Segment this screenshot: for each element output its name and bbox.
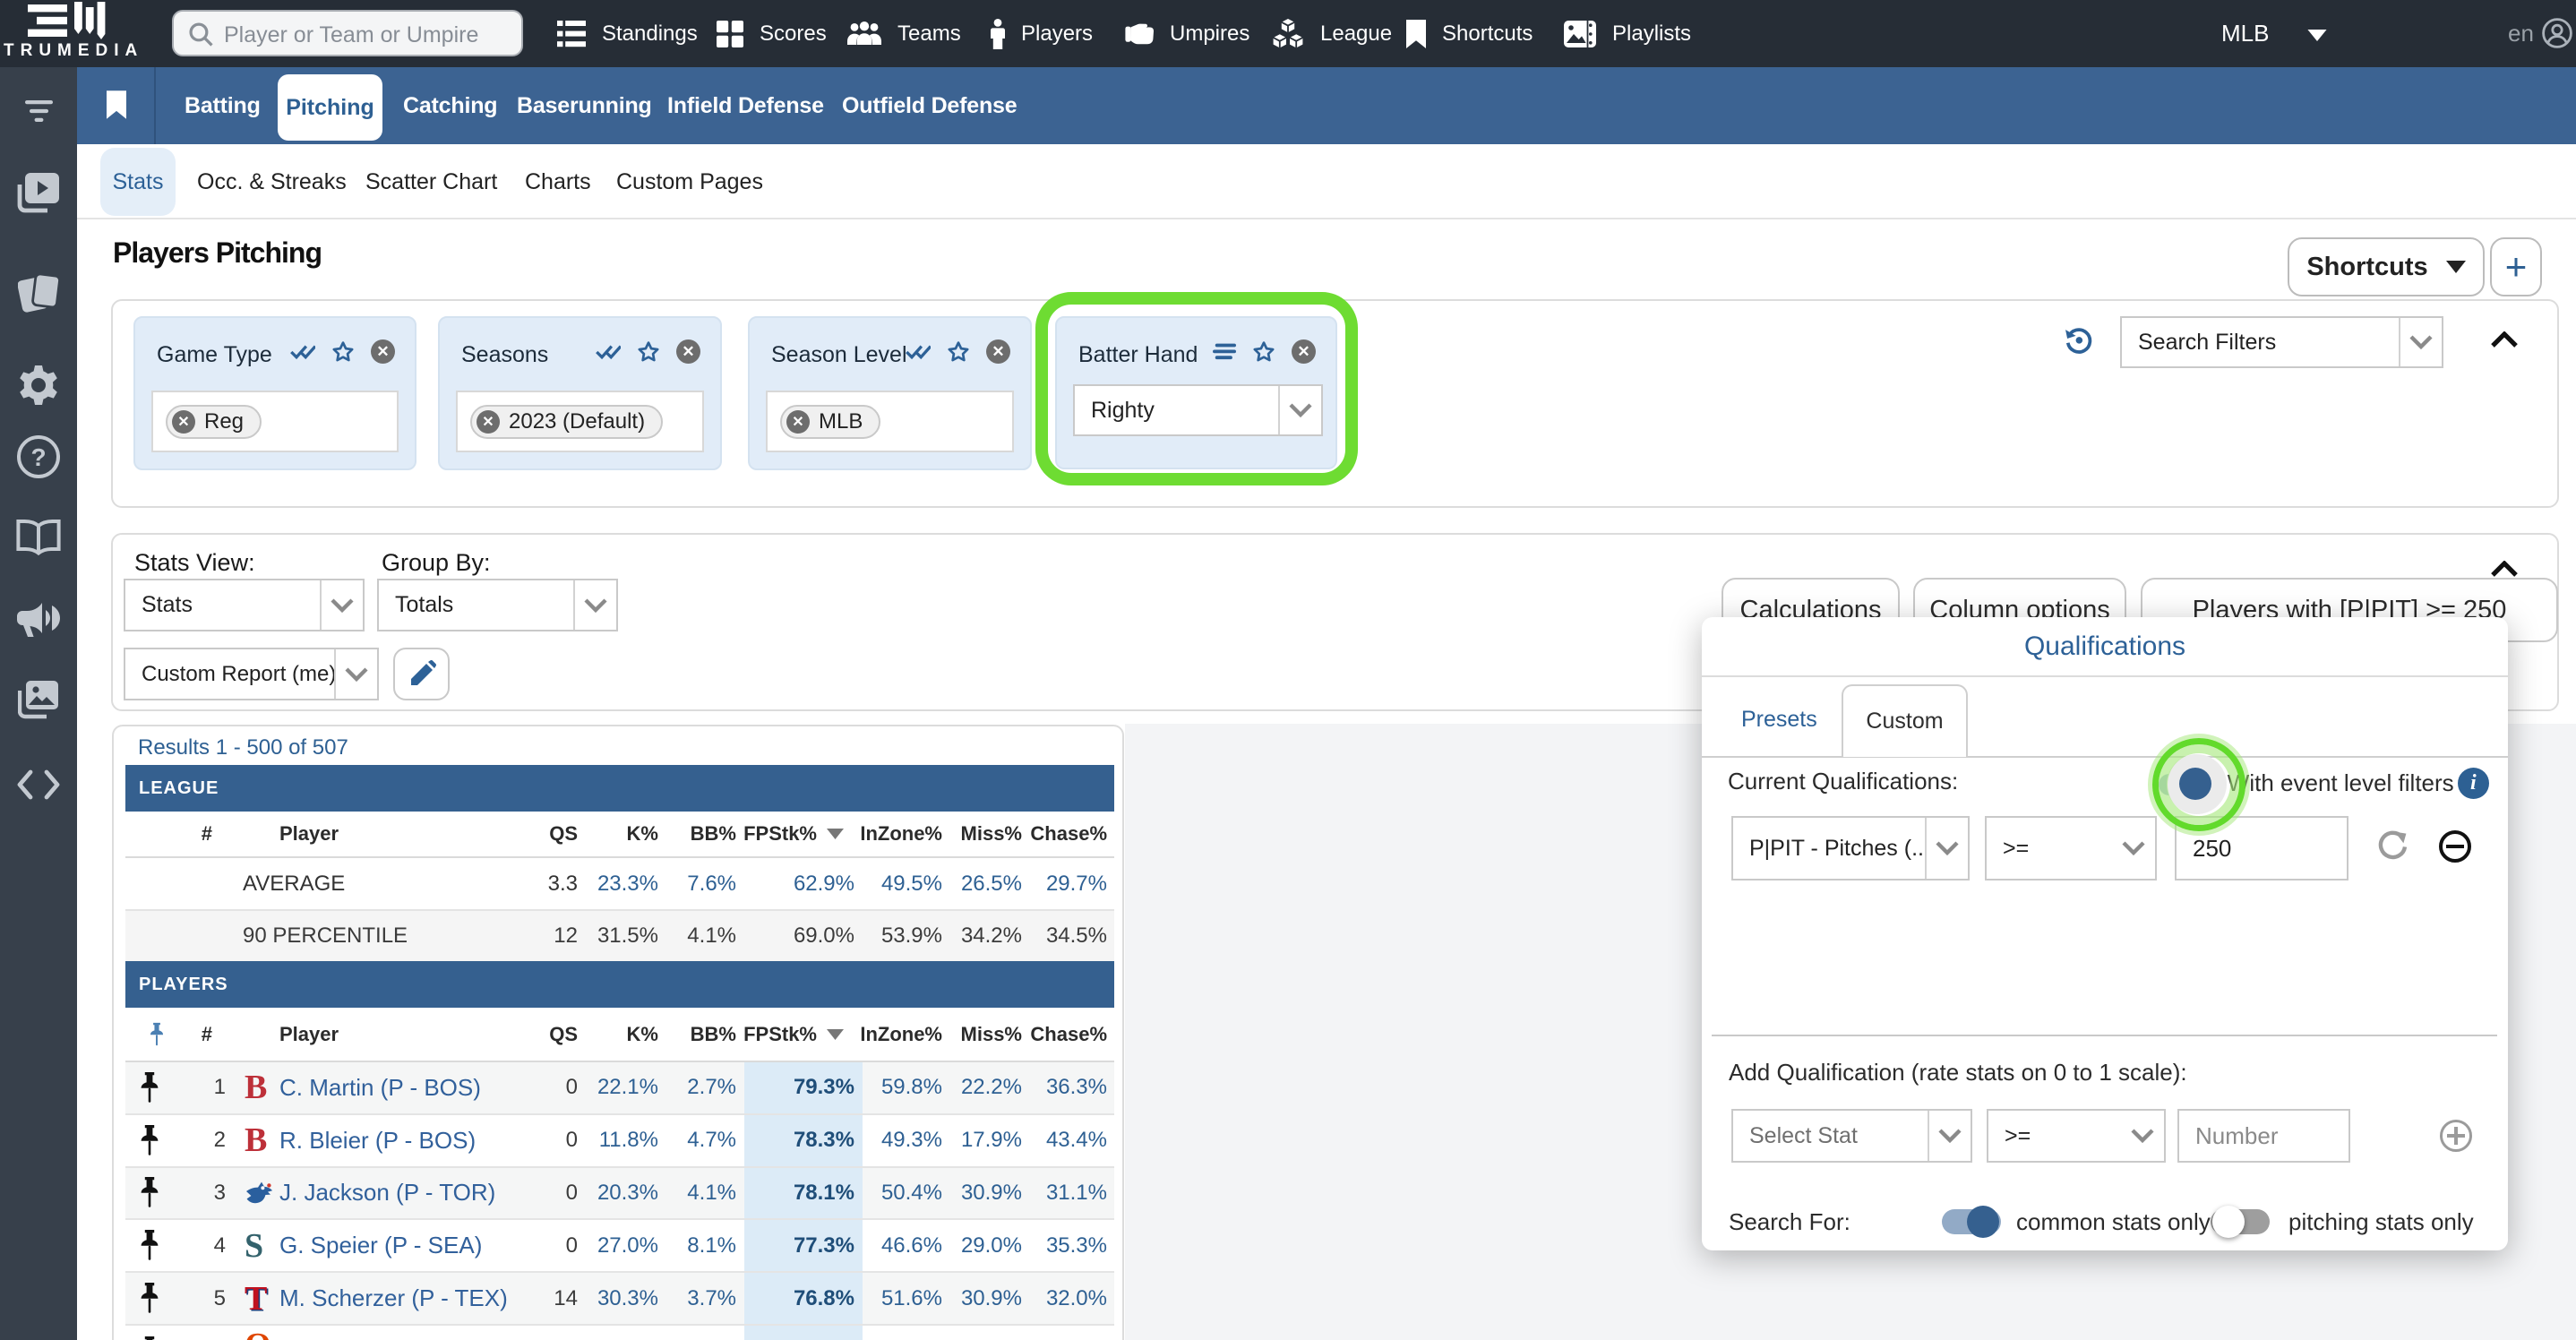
svg-text:?: ? <box>30 443 46 471</box>
